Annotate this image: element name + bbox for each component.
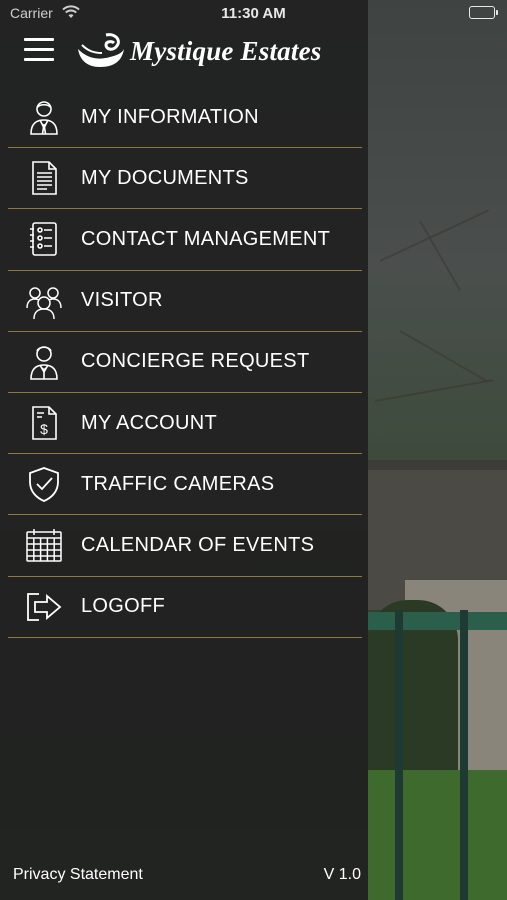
status-bar: Carrier 11:30 AM — [0, 0, 507, 28]
swan-icon — [78, 33, 124, 67]
menu-item-label: CALENDAR OF EVENTS — [81, 533, 315, 556]
tree-branch — [374, 379, 494, 402]
svg-text:$: $ — [40, 421, 48, 437]
menu-item-label: TRAFFIC CAMERAS — [81, 472, 275, 495]
menu-item-my-account[interactable]: $ MY ACCOUNT — [8, 393, 362, 455]
menu-item-label: VISITOR — [81, 289, 163, 312]
version-label: V 1.0 — [323, 866, 361, 883]
fence-post — [460, 610, 468, 900]
menu-item-label: CONCIERGE REQUEST — [81, 350, 310, 373]
menu-item-calendar-of-events[interactable]: CALENDAR OF EVENTS — [8, 515, 362, 577]
contact-list-icon — [16, 220, 72, 258]
clock: 11:30 AM — [221, 5, 286, 22]
concierge-icon — [16, 343, 72, 381]
lawn — [368, 770, 507, 900]
menu-item-traffic-cameras[interactable]: TRAFFIC CAMERAS — [8, 454, 362, 516]
fence-post — [395, 610, 403, 900]
menu-item-my-information[interactable]: MY INFORMATION — [8, 87, 362, 149]
visitors-group-icon — [16, 282, 72, 320]
menu-item-contact-management[interactable]: CONTACT MANAGEMENT — [8, 209, 362, 271]
menu-item-label: MY INFORMATION — [81, 105, 259, 128]
calendar-icon — [16, 526, 72, 564]
playground-rail — [368, 612, 507, 630]
navigation-drawer: Mystique Estates MY INFORMATION MY DOCUM… — [0, 0, 368, 900]
tree-branch — [399, 330, 488, 382]
menu-item-concierge-request[interactable]: CONCIERGE REQUEST — [8, 332, 362, 393]
menu-item-label: MY DOCUMENTS — [81, 166, 249, 189]
app-title: Mystique Estates — [130, 35, 322, 66]
logoff-arrow-icon — [16, 588, 72, 626]
battery-icon — [469, 6, 498, 19]
privacy-statement-link[interactable]: Privacy Statement — [13, 866, 143, 884]
menu-item-label: CONTACT MANAGEMENT — [81, 227, 331, 250]
user-icon — [16, 98, 72, 136]
menu-item-label: LOGOFF — [81, 595, 166, 618]
menu-list: MY INFORMATION MY DOCUMENTS CONTACT MANA… — [8, 87, 362, 638]
menu-item-my-documents[interactable]: MY DOCUMENTS — [8, 148, 362, 210]
menu-item-label: MY ACCOUNT — [81, 411, 217, 434]
app-logo: Mystique Estates — [76, 30, 321, 72]
hamburger-icon[interactable] — [24, 38, 54, 64]
invoice-dollar-icon: $ — [16, 404, 72, 442]
menu-item-visitor[interactable]: VISITOR — [8, 271, 362, 332]
shield-check-icon — [16, 465, 72, 503]
tree-branch — [379, 209, 490, 262]
document-icon — [16, 159, 72, 197]
menu-item-logoff[interactable]: LOGOFF — [8, 577, 362, 638]
